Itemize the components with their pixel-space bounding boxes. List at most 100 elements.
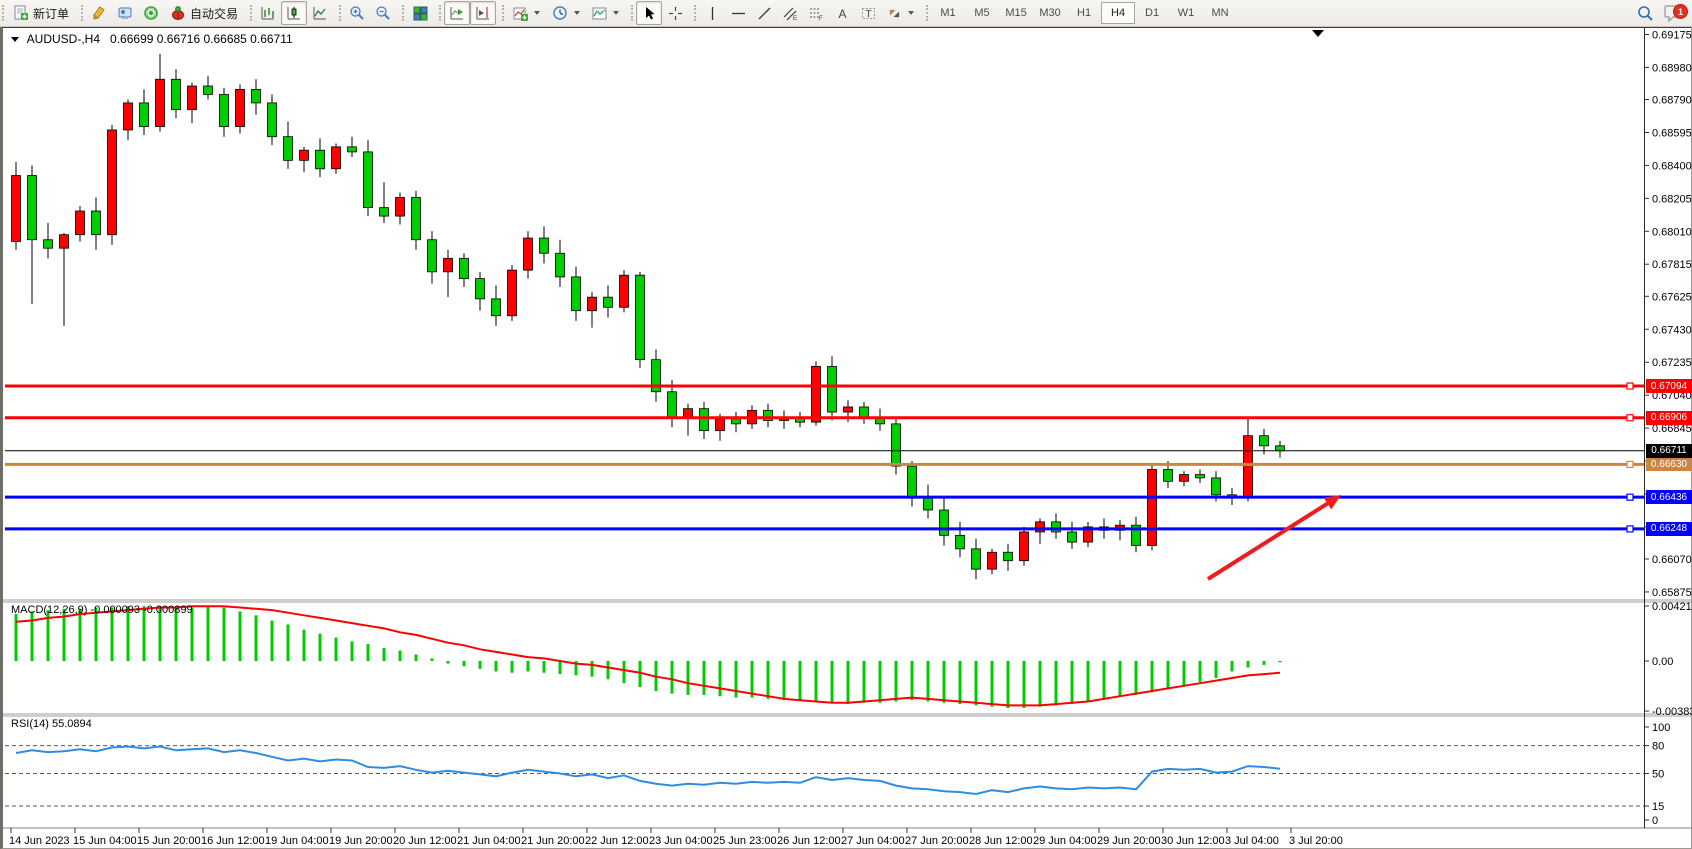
candle-body bbox=[1004, 552, 1013, 560]
toolbar-group-chart-type bbox=[248, 0, 337, 26]
candle-body bbox=[348, 147, 357, 152]
candle-body bbox=[476, 279, 485, 299]
price-axis-label: 0.69175 bbox=[1652, 30, 1692, 42]
macd-pane: 0.0042150.00-0.003835 bbox=[16, 601, 1692, 718]
candle-body bbox=[924, 498, 933, 510]
candle-body bbox=[940, 510, 949, 535]
timeframe-h4-button[interactable]: H4 bbox=[1101, 2, 1135, 24]
candle-body bbox=[892, 424, 901, 466]
autotrading-button[interactable]: 自动交易 bbox=[164, 1, 244, 25]
rsi-pane: 1008050150 bbox=[5, 722, 1670, 827]
candle-body bbox=[28, 176, 37, 240]
candle-body bbox=[956, 535, 965, 549]
candle-body bbox=[1180, 475, 1189, 482]
timeframe-d1-button[interactable]: D1 bbox=[1135, 2, 1169, 24]
candlestick-chart-button[interactable] bbox=[281, 1, 307, 25]
tile-windows-button[interactable] bbox=[407, 1, 433, 25]
candle-body bbox=[556, 253, 565, 277]
candle-body bbox=[844, 407, 853, 412]
chart-collapse-icon[interactable] bbox=[11, 37, 19, 42]
line-anchor-handle[interactable] bbox=[1627, 494, 1633, 500]
timeframe-w1-button[interactable]: W1 bbox=[1169, 2, 1203, 24]
strategy-tester-button[interactable] bbox=[112, 1, 138, 25]
timeframe-m30-button[interactable]: M30 bbox=[1033, 2, 1067, 24]
channel-button[interactable]: E bbox=[777, 1, 803, 25]
macd-axis-label: -0.003835 bbox=[1652, 706, 1692, 718]
candle-body bbox=[460, 258, 469, 278]
chart-shift-icon bbox=[476, 6, 491, 21]
candle-body bbox=[284, 137, 293, 161]
trend-arrow-annotation[interactable] bbox=[1208, 495, 1341, 579]
metaeditor-button[interactable] bbox=[86, 1, 112, 25]
trendline-button[interactable] bbox=[751, 1, 777, 25]
vertical-line-button[interactable] bbox=[699, 1, 725, 25]
toolbar-group-cursor bbox=[629, 0, 692, 26]
macd-indicator-label: MACD(12,26,9) -0.000093 -0.000899 bbox=[11, 604, 193, 616]
line-anchor-handle[interactable] bbox=[1627, 415, 1633, 421]
trend-arrow-shaft[interactable] bbox=[1208, 504, 1327, 579]
candle-body bbox=[1244, 436, 1253, 499]
candle-body bbox=[524, 238, 533, 270]
time-axis-label: 3 Jul 04:00 bbox=[1225, 835, 1279, 847]
trendline-icon bbox=[757, 6, 772, 21]
notifications-button[interactable]: 1 bbox=[1664, 4, 1684, 22]
search-icon[interactable] bbox=[1637, 5, 1654, 22]
candle-body bbox=[316, 150, 325, 169]
toolbar-group-trade: 新订单 bbox=[0, 0, 79, 26]
candle-body bbox=[412, 198, 421, 240]
auto-scroll-button[interactable] bbox=[444, 1, 470, 25]
chart-shift-button[interactable] bbox=[470, 1, 496, 25]
candle-body bbox=[540, 238, 549, 253]
time-axis-label: 27 Jun 04:00 bbox=[841, 835, 905, 847]
candle-body bbox=[812, 366, 821, 422]
candle-body bbox=[1276, 446, 1285, 451]
time-axis-label: 26 Jun 12:00 bbox=[777, 835, 841, 847]
candle-body bbox=[700, 409, 709, 431]
candle-body bbox=[716, 419, 725, 431]
arrows-button[interactable] bbox=[881, 1, 920, 25]
line-anchor-handle[interactable] bbox=[1627, 461, 1633, 467]
candle-body bbox=[684, 409, 693, 417]
candle-body bbox=[380, 208, 389, 216]
main-toolbar: 新订单 bbox=[0, 0, 1692, 27]
cursor-button[interactable] bbox=[636, 1, 662, 25]
time-axis-label: 30 Jun 12:00 bbox=[1161, 835, 1225, 847]
horizontal-line-button[interactable] bbox=[725, 1, 751, 25]
timeframe-m5-button[interactable]: M5 bbox=[965, 2, 999, 24]
line-anchor-handle[interactable] bbox=[1627, 383, 1633, 389]
candle-body bbox=[604, 297, 613, 307]
indicators-button[interactable] bbox=[507, 1, 546, 25]
crosshair-button[interactable] bbox=[662, 1, 688, 25]
zoom-in-button[interactable] bbox=[344, 1, 370, 25]
price-axis-label: 0.68400 bbox=[1652, 160, 1692, 172]
line-chart-button[interactable] bbox=[307, 1, 333, 25]
zoom-out-button[interactable] bbox=[370, 1, 396, 25]
autotrading-label: 自动交易 bbox=[190, 5, 238, 22]
toolbar-right-icons: 1 bbox=[1637, 0, 1684, 26]
svg-text:A: A bbox=[838, 7, 846, 21]
text-label-button[interactable]: T bbox=[855, 1, 881, 25]
bar-chart-button[interactable] bbox=[255, 1, 281, 25]
chart-window: 0.691750.689800.687900.685950.684000.682… bbox=[0, 26, 1692, 849]
timeframe-m15-button[interactable]: M15 bbox=[999, 2, 1033, 24]
candle-body bbox=[1020, 532, 1029, 561]
arrows-dropdown-caret bbox=[908, 11, 914, 15]
candle-body bbox=[12, 176, 21, 242]
timeframe-mn-button[interactable]: MN bbox=[1203, 2, 1237, 24]
periods-dropdown-caret bbox=[574, 11, 580, 15]
new-order-button[interactable]: 新订单 bbox=[7, 1, 75, 25]
candle-body bbox=[988, 552, 997, 569]
timeframe-h1-button[interactable]: H1 bbox=[1067, 2, 1101, 24]
rsi-axis-label: 0 bbox=[1652, 815, 1658, 827]
fibonacci-button[interactable]: F bbox=[803, 1, 829, 25]
line-anchor-handle[interactable] bbox=[1627, 526, 1633, 532]
periods-button[interactable] bbox=[546, 1, 586, 25]
signals-button[interactable] bbox=[138, 1, 164, 25]
chart-shift-marker[interactable] bbox=[1312, 30, 1324, 37]
text-button[interactable]: A bbox=[829, 1, 855, 25]
timeframe-m1-button[interactable]: M1 bbox=[931, 2, 965, 24]
price-axis-label: 0.67625 bbox=[1652, 291, 1692, 303]
signals-icon bbox=[143, 5, 159, 21]
templates-button[interactable] bbox=[586, 1, 625, 25]
time-axis-label: 20 Jun 12:00 bbox=[393, 835, 457, 847]
